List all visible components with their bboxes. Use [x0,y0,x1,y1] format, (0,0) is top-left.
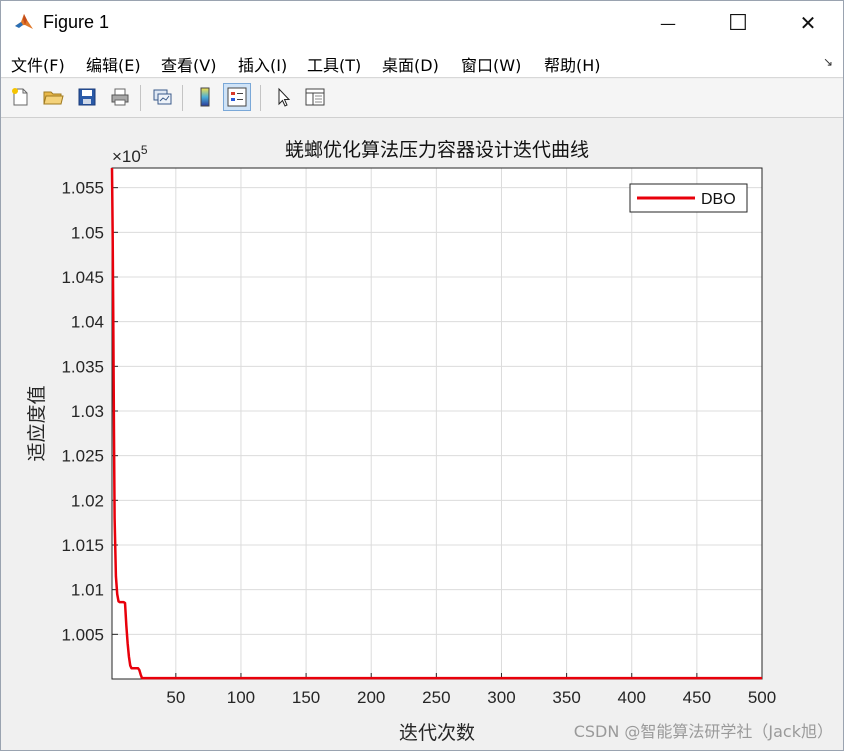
y-exponent-power: 5 [141,143,148,157]
x-axis-label: 迭代次数 [399,722,475,744]
x-tick-label: 350 [552,688,580,707]
save-button[interactable] [73,83,101,111]
colorbar-icon [200,87,210,107]
y-tick-label: 1.03 [71,402,104,421]
print-button[interactable] [106,83,134,111]
new-figure-button[interactable] [6,83,34,111]
dock-arrow-icon[interactable]: ↘ [823,55,833,69]
toolbar-separator [182,85,183,111]
menu-edit[interactable]: 编辑(E) [86,52,141,76]
menu-window[interactable]: 窗口(W) [461,52,521,76]
menu-file[interactable]: 文件(F) [11,52,65,76]
plot-area [112,168,762,679]
maximize-icon: ☐ [728,10,748,36]
menu-view[interactable]: 查看(V) [161,52,216,76]
menu-insert[interactable]: 插入(I) [238,52,287,76]
x-tick-label: 500 [748,688,776,707]
menu-tools[interactable]: 工具(T) [307,52,361,76]
x-tick-label: 200 [357,688,385,707]
watermark: CSDN @智能算法研学社（Jack旭） [573,722,833,741]
x-tick-label: 100 [227,688,255,707]
y-exponent-label: ×105 [112,143,148,166]
open-file-icon [43,91,64,105]
figure-canvas: 50 100 150 200 250 300 350 400 450 500 1.005 1.01 1.… [1,118,843,750]
x-tick-label: 50 [166,688,185,707]
y-tick-label: 1.005 [61,625,104,644]
matlab-logo-icon [13,11,35,33]
pointer-icon [278,87,291,107]
y-tick-label: 1.035 [61,357,104,376]
minimize-button[interactable]: — [633,1,703,45]
open-file-button[interactable] [39,83,67,111]
figure-toolbar [1,79,843,118]
new-figure-icon [12,88,28,106]
y-tick-label: 1.02 [71,491,104,510]
x-tick-label: 400 [618,688,646,707]
y-tick-label: 1.015 [61,536,104,555]
property-inspector-icon [305,88,325,106]
toolbar-separator [260,85,261,111]
window-title: Figure 1 [43,12,110,32]
x-tick-label: 150 [292,688,320,707]
y-tick-label: 1.05 [71,223,104,242]
legend[interactable]: DBO [629,183,748,213]
y-exponent-base: ×10 [112,147,141,166]
link-plot-icon [153,89,172,105]
minimize-icon: — [660,13,676,33]
x-tick-label: 450 [683,688,711,707]
figure-window: Figure 1 — ☐ ✕ 文件(F) 编辑(E) 查看(V) 插入(I) 工… [0,0,844,751]
legend-icon [227,87,247,107]
x-tick-label: 300 [487,688,515,707]
close-icon: ✕ [799,11,817,35]
maximize-button[interactable]: ☐ [703,1,773,45]
link-plot-button[interactable] [148,83,176,111]
property-inspector-button[interactable] [301,83,329,111]
menu-bar: 文件(F) 编辑(E) 查看(V) 插入(I) 工具(T) 桌面(D) 窗口(W… [1,45,843,78]
menu-desktop[interactable]: 桌面(D) [382,52,439,76]
print-icon [111,88,129,106]
x-tick-label: 250 [422,688,450,707]
save-icon [78,88,96,106]
legend-label: DBO [701,191,736,208]
title-bar: Figure 1 — ☐ ✕ [1,1,843,45]
y-tick-label: 1.025 [61,447,104,466]
y-tick-label: 1.045 [61,268,104,287]
y-axis-label: 适应度值 [26,385,48,461]
y-tick-label: 1.055 [61,179,104,198]
pointer-button[interactable] [269,83,297,111]
toolbar-separator [140,85,141,111]
menu-help[interactable]: 帮助(H) [544,52,601,76]
line-chart: 50 100 150 200 250 300 350 400 450 500 1.005 1.01 1.… [26,139,776,744]
colorbar-button[interactable] [191,83,219,111]
legend-button[interactable] [223,83,251,111]
chart-title: 蜣螂优化算法压力容器设计迭代曲线 [285,139,589,161]
y-tick-label: 1.01 [71,581,104,600]
y-tick-label: 1.04 [71,313,104,332]
close-button[interactable]: ✕ [773,1,843,45]
